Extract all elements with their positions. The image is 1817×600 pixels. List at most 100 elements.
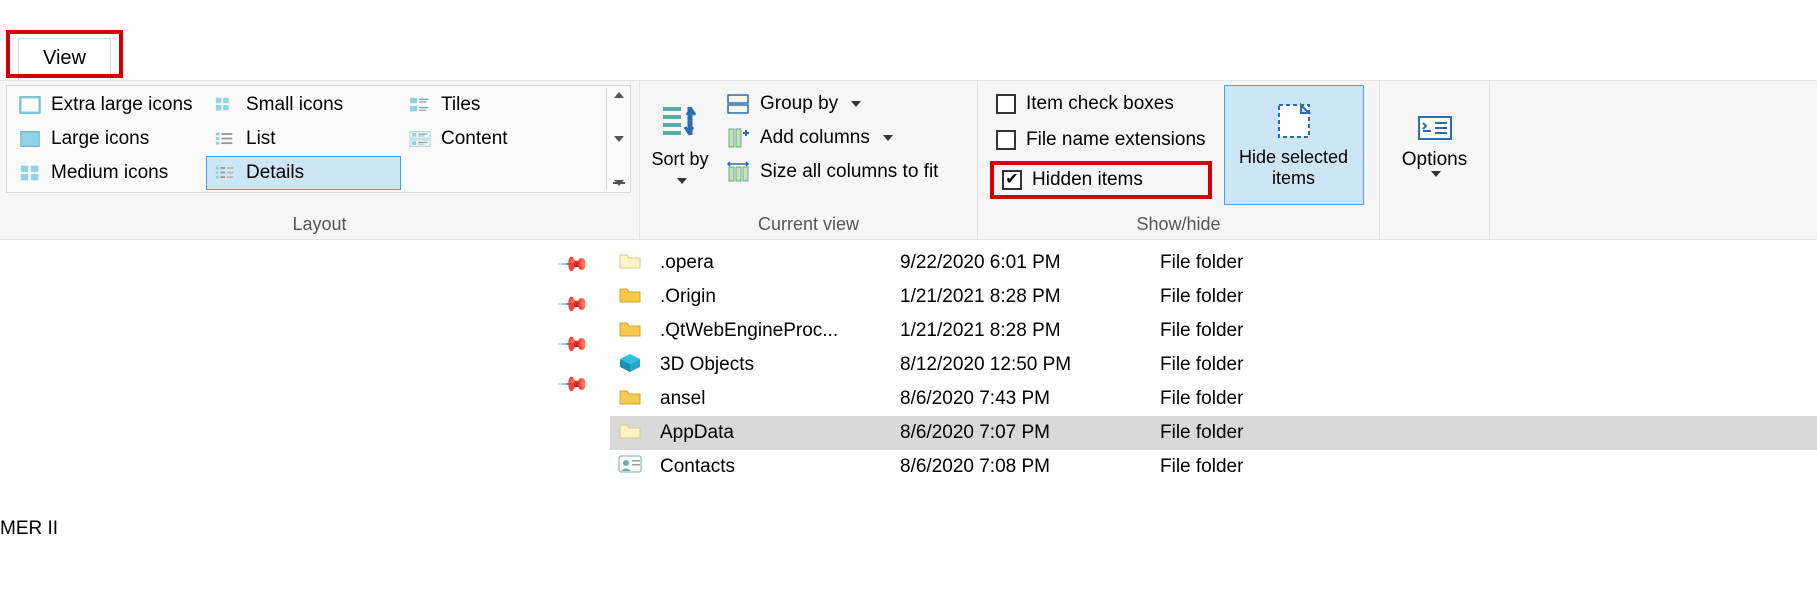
extra-large-icons-icon bbox=[19, 95, 41, 115]
checkbox-icon bbox=[996, 130, 1016, 150]
add-columns-button[interactable]: Add columns bbox=[720, 123, 944, 153]
layout-item-label: Content bbox=[441, 128, 508, 150]
group-by-label: Group by bbox=[760, 93, 838, 115]
ribbon-group-show-hide: Item check boxes File name extensions Hi… bbox=[978, 81, 1380, 239]
item-check-boxes-label: Item check boxes bbox=[1026, 93, 1174, 115]
file-type: File folder bbox=[1160, 252, 1380, 274]
file-row[interactable]: .Origin1/21/2021 8:28 PMFile folder bbox=[610, 280, 1817, 314]
layout-view-list: Extra large icons Small icons Tiles Larg… bbox=[6, 85, 631, 193]
hidden-items-label: Hidden items bbox=[1032, 169, 1143, 191]
file-name: 3D Objects bbox=[660, 354, 900, 376]
ribbon-group-layout: Extra large icons Small icons Tiles Larg… bbox=[0, 81, 640, 239]
hide-selected-items-button[interactable]: Hide selected items bbox=[1224, 85, 1364, 205]
list-icon bbox=[214, 129, 236, 149]
content-icon bbox=[409, 129, 431, 149]
file-date: 8/12/2020 12:50 PM bbox=[900, 354, 1160, 376]
pin-icon[interactable]: 📌 bbox=[556, 247, 591, 282]
nav-item-fragment[interactable]: MER II bbox=[0, 518, 58, 540]
file-name: ansel bbox=[660, 388, 900, 410]
layout-scroll-up[interactable] bbox=[614, 92, 624, 98]
layout-details[interactable]: Details bbox=[206, 156, 401, 190]
chevron-down-icon bbox=[677, 178, 687, 184]
group-label-options bbox=[1386, 214, 1483, 237]
group-label-current-view: Current view bbox=[646, 214, 971, 237]
file-date: 8/6/2020 7:08 PM bbox=[900, 456, 1160, 478]
size-all-columns-button[interactable]: Size all columns to fit bbox=[720, 157, 944, 187]
layout-extra-large-icons[interactable]: Extra large icons bbox=[11, 88, 206, 122]
hidden-items-toggle[interactable]: Hidden items bbox=[998, 167, 1204, 193]
file-type: File folder bbox=[1160, 388, 1380, 410]
file-type: File folder bbox=[1160, 354, 1380, 376]
options-icon bbox=[1415, 113, 1455, 143]
pin-icon[interactable]: 📌 bbox=[556, 367, 591, 402]
file-row[interactable]: AppData8/6/2020 7:07 PMFile folder bbox=[610, 416, 1817, 450]
folder-icon bbox=[618, 318, 660, 344]
file-row[interactable]: .opera9/22/2020 6:01 PMFile folder bbox=[610, 246, 1817, 280]
add-columns-label: Add columns bbox=[760, 127, 870, 149]
ribbon-tab-bar: View bbox=[0, 0, 1817, 80]
tiles-icon bbox=[409, 95, 431, 115]
layout-item-label: Large icons bbox=[51, 128, 149, 150]
options-button[interactable]: Options bbox=[1386, 85, 1483, 205]
hide-selected-icon bbox=[1273, 101, 1315, 141]
file-row[interactable]: 3D Objects8/12/2020 12:50 PMFile folder bbox=[610, 348, 1817, 382]
file-type: File folder bbox=[1160, 286, 1380, 308]
checkbox-icon bbox=[996, 94, 1016, 114]
file-date: 1/21/2021 8:28 PM bbox=[900, 286, 1160, 308]
group-by-icon bbox=[726, 93, 750, 115]
item-check-boxes-toggle[interactable]: Item check boxes bbox=[990, 89, 1212, 119]
folder-icon bbox=[618, 454, 660, 480]
file-row[interactable]: .QtWebEngineProc...1/21/2021 8:28 PMFile… bbox=[610, 314, 1817, 348]
layout-item-label: Small icons bbox=[246, 94, 343, 116]
nav-pane-fragment: 📌 📌 📌 📌 MER II bbox=[0, 240, 610, 600]
layout-item-label: Tiles bbox=[441, 94, 480, 116]
tab-view[interactable]: View bbox=[18, 38, 111, 80]
file-row[interactable]: ansel8/6/2020 7:43 PMFile folder bbox=[610, 382, 1817, 416]
file-name: .QtWebEngineProc... bbox=[660, 320, 900, 342]
file-name-extensions-label: File name extensions bbox=[1026, 129, 1206, 151]
file-date: 8/6/2020 7:07 PM bbox=[900, 422, 1160, 444]
chevron-down-icon bbox=[883, 135, 893, 141]
annotation-highlight-hidden-items: Hidden items bbox=[990, 161, 1212, 199]
file-name: .Origin bbox=[660, 286, 900, 308]
options-label: Options bbox=[1402, 149, 1467, 170]
file-name: .opera bbox=[660, 252, 900, 274]
folder-icon bbox=[618, 386, 660, 412]
file-date: 1/21/2021 8:28 PM bbox=[900, 320, 1160, 342]
layout-item-label: Details bbox=[246, 162, 304, 184]
size-all-label: Size all columns to fit bbox=[760, 161, 938, 183]
group-by-button[interactable]: Group by bbox=[720, 89, 944, 119]
layout-expand-gallery[interactable] bbox=[614, 180, 624, 186]
layout-list[interactable]: List bbox=[206, 122, 401, 156]
chevron-down-icon bbox=[851, 101, 861, 107]
layout-scroll-arrows bbox=[606, 88, 630, 190]
layout-item-label: Extra large icons bbox=[51, 94, 193, 116]
layout-small-icons[interactable]: Small icons bbox=[206, 88, 401, 122]
file-type: File folder bbox=[1160, 320, 1380, 342]
file-type: File folder bbox=[1160, 422, 1380, 444]
file-name-extensions-toggle[interactable]: File name extensions bbox=[990, 125, 1212, 155]
chevron-down-icon bbox=[1431, 171, 1441, 177]
ribbon-group-options: Options bbox=[1380, 81, 1490, 239]
group-label-layout: Layout bbox=[6, 214, 633, 237]
file-name: AppData bbox=[660, 422, 900, 444]
hide-selected-label: Hide selected items bbox=[1225, 147, 1363, 188]
pin-icon[interactable]: 📌 bbox=[556, 327, 591, 362]
file-type: File folder bbox=[1160, 456, 1380, 478]
pin-icon[interactable]: 📌 bbox=[556, 287, 591, 322]
checkbox-checked-icon bbox=[1002, 170, 1022, 190]
layout-medium-icons[interactable]: Medium icons bbox=[11, 156, 206, 190]
ribbon-group-current-view: Sort by Group by Add columns Size all co… bbox=[640, 81, 978, 239]
folder-icon bbox=[618, 352, 660, 378]
layout-scroll-down[interactable] bbox=[614, 136, 624, 142]
layout-tiles[interactable]: Tiles bbox=[401, 88, 606, 122]
small-icons-icon bbox=[214, 95, 236, 115]
large-icons-icon bbox=[19, 129, 41, 149]
file-row[interactable]: Contacts8/6/2020 7:08 PMFile folder bbox=[610, 450, 1817, 484]
sort-icon bbox=[659, 101, 701, 143]
folder-icon bbox=[618, 250, 660, 276]
layout-content[interactable]: Content bbox=[401, 122, 606, 156]
sort-by-button[interactable]: Sort by bbox=[646, 85, 714, 203]
sort-by-label: Sort by bbox=[651, 149, 708, 169]
layout-large-icons[interactable]: Large icons bbox=[11, 122, 206, 156]
